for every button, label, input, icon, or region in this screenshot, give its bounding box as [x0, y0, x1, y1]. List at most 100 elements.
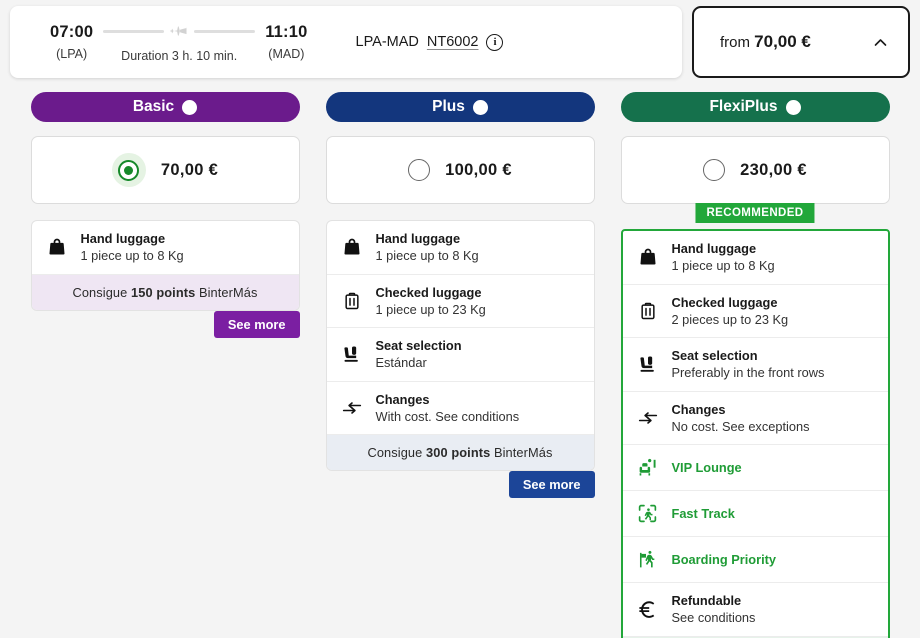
- feature-row: ChangesNo cost. See exceptions: [623, 392, 888, 446]
- feature-row: ChangesWith cost. See conditions: [327, 382, 594, 436]
- feature-row: Checked luggage1 piece up to 23 Kg: [327, 275, 594, 329]
- price-summary-prefix: from: [720, 34, 754, 51]
- feature-title: Changes: [376, 391, 520, 408]
- departure-time: 07:00: [50, 23, 93, 42]
- euro-icon: [637, 598, 659, 620]
- flight-line: [103, 22, 255, 42]
- points-prefix: Consigue: [73, 285, 132, 300]
- fare-column-basic: Basici 70,00 € Hand luggage1 piece up to 8…: [31, 92, 300, 638]
- feature-title: VIP Lounge: [672, 459, 742, 476]
- feature-title: Seat selection: [376, 337, 462, 354]
- feature-subtitle: Estándar: [376, 354, 462, 371]
- feature-subtitle: 1 piece up to 8 Kg: [672, 257, 775, 274]
- boarding-priority-icon: [637, 549, 659, 570]
- points-prefix: Consigue: [368, 445, 427, 460]
- feature-row: Hand luggage1 piece up to 8 Kg: [32, 221, 299, 275]
- feature-subtitle: With cost. See conditions: [376, 408, 520, 425]
- feature-text: Seat selectionPreferably in the front ro…: [672, 347, 825, 382]
- feature-title: Refundable: [672, 592, 756, 609]
- feature-subtitle: 1 piece up to 8 Kg: [81, 247, 184, 264]
- arrival-block: 11:10 (MAD): [265, 23, 307, 61]
- fare-header-flexi[interactable]: FlexiPlus i: [621, 92, 890, 122]
- fare-header-basic[interactable]: Basici: [31, 92, 300, 122]
- feature-subtitle: Preferably in the front rows: [672, 364, 825, 381]
- flight-summary-bar: 07:00 (LPA) Duration 3 h. 10 min. 11:10 …: [10, 6, 682, 78]
- fare-price-card-flexi[interactable]: 230,00 €: [621, 136, 890, 204]
- price-summary-amount: 70,00 €: [754, 32, 811, 51]
- fare-info-icon[interactable]: i: [786, 100, 801, 115]
- see-more-row: See more: [326, 471, 595, 498]
- handbag-icon: [46, 237, 68, 257]
- feature-text: Checked luggage1 piece up to 23 Kg: [376, 284, 486, 319]
- fare-price-card-plus[interactable]: 100,00 €: [326, 136, 595, 204]
- loyalty-points-strip: Consigue 300 points BinterMás: [327, 435, 594, 470]
- route-label: LPA-MAD: [356, 34, 419, 50]
- fare-info-icon[interactable]: i: [473, 100, 488, 115]
- points-suffix: BinterMás: [490, 445, 552, 460]
- feature-title: Checked luggage: [376, 284, 486, 301]
- departure-airport-code: (LPA): [56, 47, 87, 61]
- fare-name: Plus: [432, 98, 465, 116]
- feature-subtitle: 2 pieces up to 23 Kg: [672, 311, 789, 328]
- arrival-airport-code: (MAD): [268, 47, 304, 61]
- feature-subtitle: 1 piece up to 8 Kg: [376, 247, 479, 264]
- airplane-icon: [169, 22, 189, 42]
- fare-radio-selected[interactable]: [112, 153, 146, 187]
- fare-header-plus[interactable]: Plusi: [326, 92, 595, 122]
- feature-text: Seat selectionEstándar: [376, 337, 462, 372]
- fare-name: FlexiPlus: [709, 98, 777, 116]
- feature-text: Hand luggage1 piece up to 8 Kg: [672, 240, 775, 275]
- feature-text: ChangesWith cost. See conditions: [376, 391, 520, 426]
- feature-title: Hand luggage: [672, 240, 775, 257]
- flight-info-icon[interactable]: i: [486, 34, 503, 51]
- points-value: 300 points: [426, 445, 490, 460]
- feature-row: RefundableSee conditions: [623, 583, 888, 637]
- feature-row: Seat selectionEstándar: [327, 328, 594, 382]
- feature-row: Seat selectionPreferably in the front ro…: [623, 338, 888, 392]
- seat-icon: [637, 354, 659, 374]
- fare-info-icon[interactable]: i: [182, 100, 197, 115]
- loyalty-points-strip: Consigue 150 points BinterMás: [32, 275, 299, 310]
- points-value: 150 points: [131, 285, 195, 300]
- fare-columns: Basici70,00 €Hand luggage1 piece up to 8…: [0, 92, 920, 638]
- feature-text: RefundableSee conditions: [672, 592, 756, 627]
- fare-name: Basic: [133, 98, 174, 116]
- feature-row: VIP Lounge: [623, 445, 888, 491]
- feature-subtitle: No cost. See exceptions: [672, 418, 810, 435]
- price-summary-toggle[interactable]: from 70,00 €: [692, 6, 910, 78]
- changes-arrows-icon: [341, 398, 363, 418]
- fare-price: 70,00 €: [161, 161, 218, 180]
- fare-radio[interactable]: [703, 159, 725, 181]
- feature-text: Hand luggage1 piece up to 8 Kg: [81, 230, 184, 265]
- fare-price: 230,00 €: [740, 161, 807, 180]
- see-more-button-basic[interactable]: See more: [214, 311, 300, 338]
- changes-arrows-icon: [637, 408, 659, 428]
- vip-lounge-icon: [637, 457, 659, 478]
- flight-number-link[interactable]: NT6002: [427, 34, 479, 50]
- feature-row: Checked luggage2 pieces up to 23 Kg: [623, 285, 888, 339]
- feature-title: Hand luggage: [376, 230, 479, 247]
- feature-text: Boarding Priority: [672, 551, 777, 568]
- suitcase-icon: [637, 301, 659, 321]
- feature-text: Fast Track: [672, 505, 735, 522]
- feature-subtitle: See conditions: [672, 609, 756, 626]
- handbag-icon: [341, 237, 363, 257]
- fare-price-card-basic[interactable]: 70,00 €: [31, 136, 300, 204]
- fare-features-plus: Hand luggage1 piece up to 8 Kg Checked lu…: [326, 220, 595, 471]
- feature-text: Hand luggage1 piece up to 8 Kg: [376, 230, 479, 265]
- fare-radio[interactable]: [408, 159, 430, 181]
- see-more-button-plus[interactable]: See more: [509, 471, 595, 498]
- fare-column-plus: Plusi 100,00 € Hand luggage1 piece up to 8…: [326, 92, 595, 638]
- feature-title: Fast Track: [672, 505, 735, 522]
- feature-row: Hand luggage1 piece up to 8 Kg: [623, 231, 888, 285]
- line-left: [103, 30, 164, 33]
- chevron-up-icon[interactable]: [873, 35, 888, 50]
- feature-text: Checked luggage2 pieces up to 23 Kg: [672, 294, 789, 329]
- price-summary-label: from 70,00 €: [720, 32, 811, 52]
- points-suffix: BinterMás: [195, 285, 257, 300]
- feature-title: Boarding Priority: [672, 551, 777, 568]
- feature-row: Boarding Priority: [623, 537, 888, 583]
- route-block: LPA-MAD NT6002 i: [356, 34, 504, 51]
- recommended-badge: RECOMMENDED: [695, 203, 814, 223]
- feature-subtitle: 1 piece up to 23 Kg: [376, 301, 486, 318]
